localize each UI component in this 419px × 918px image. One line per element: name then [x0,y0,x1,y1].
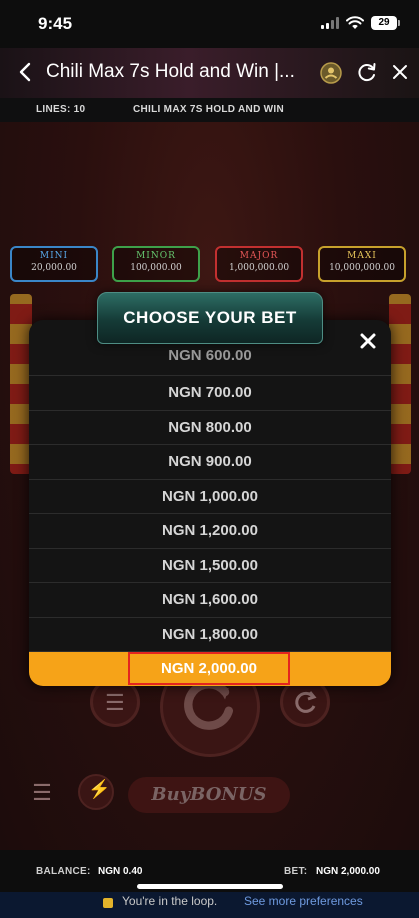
modal-title: CHOOSE YOUR BET [97,292,323,344]
bottom-banner: You're in the loop. See more preferences [0,892,419,918]
bet-option[interactable]: NGN 1,600.00 [29,583,391,618]
bet-option[interactable]: NGN 800.00 [29,411,391,445]
home-indicator[interactable] [137,884,283,889]
coin-stack-icon: ☰ [105,690,125,715]
lines-label: LINES: 10 [36,104,86,115]
balance-value: NGN 0.40 [98,866,143,877]
user-icon[interactable] [320,62,342,84]
battery-icon: 29 [371,16,400,30]
refresh-icon[interactable] [356,61,378,83]
jackpot-name: MINOR [136,251,176,261]
bet-option[interactable]: NGN 1,000.00 [29,480,391,514]
browser-header: Chili Max 7s Hold and Win |... [0,48,419,98]
bet-label: BET: [284,866,308,877]
banner-icon [103,898,113,908]
bet-modal: NGN 600.00 NGN 700.00 NGN 800.00 NGN 900… [29,320,391,686]
jackpot-minor: MINOR 100,000.00 [112,246,200,282]
game-name: CHILI MAX 7S HOLD AND WIN [133,104,285,115]
selected-bet-option[interactable]: NGN 2,000.00 [128,652,290,685]
bet-list[interactable]: NGN 600.00 NGN 700.00 NGN 800.00 NGN 900… [29,349,391,652]
selected-bet-row[interactable]: NGN 2,000.00 [29,652,391,686]
autoplay-icon [295,691,317,713]
jackpot-value: 1,000,000.00 [228,263,290,273]
bet-option[interactable]: NGN 600.00 [29,349,391,376]
jackpot-value: 100,000.00 [130,263,182,273]
turbo-button[interactable]: ⚡ [78,774,114,810]
bet-value: NGN 2,000.00 [316,866,380,877]
bet-option[interactable]: NGN 1,500.00 [29,549,391,583]
bet-option[interactable]: NGN 1,800.00 [29,618,391,652]
lightning-icon: ⚡ [88,779,111,799]
jackpot-value: 10,000,000.00 [329,263,395,273]
status-time: 9:45 [38,14,73,33]
jackpot-name: MAXI [347,251,377,261]
modal-close-icon[interactable] [357,330,379,352]
signal-icon [321,17,339,29]
jackpot-major: MAJOR 1,000,000.00 [215,246,303,282]
banner-text: You're in the loop. [122,894,218,908]
jackpot-name: MINI [39,251,69,261]
jackpot-mini: MINI 20,000.00 [10,246,98,282]
bet-option[interactable]: NGN 700.00 [29,376,391,411]
reel-strip-right [389,294,411,474]
preferences-link[interactable]: See more preferences [244,894,363,908]
status-bar: 9:45 29 [0,0,419,48]
buy-bonus-button[interactable]: BuyBONUS [128,777,290,813]
status-icons: 29 [321,16,400,30]
close-icon[interactable] [390,62,410,82]
balance-label: BALANCE: [36,866,91,877]
bet-option[interactable]: NGN 1,200.00 [29,514,391,549]
page-title: Chili Max 7s Hold and Win |... [46,61,295,82]
wifi-icon [346,16,364,29]
jackpot-name: MAJOR [239,251,279,261]
jackpot-value: 20,000.00 [31,263,77,273]
jackpot-maxi: MAXI 10,000,000.00 [318,246,406,282]
back-icon[interactable] [14,60,38,84]
menu-icon[interactable]: ☰ [30,780,54,806]
bet-option[interactable]: NGN 900.00 [29,445,391,480]
game-info-bar: LINES: 10 CHILI MAX 7S HOLD AND WIN [0,98,419,122]
